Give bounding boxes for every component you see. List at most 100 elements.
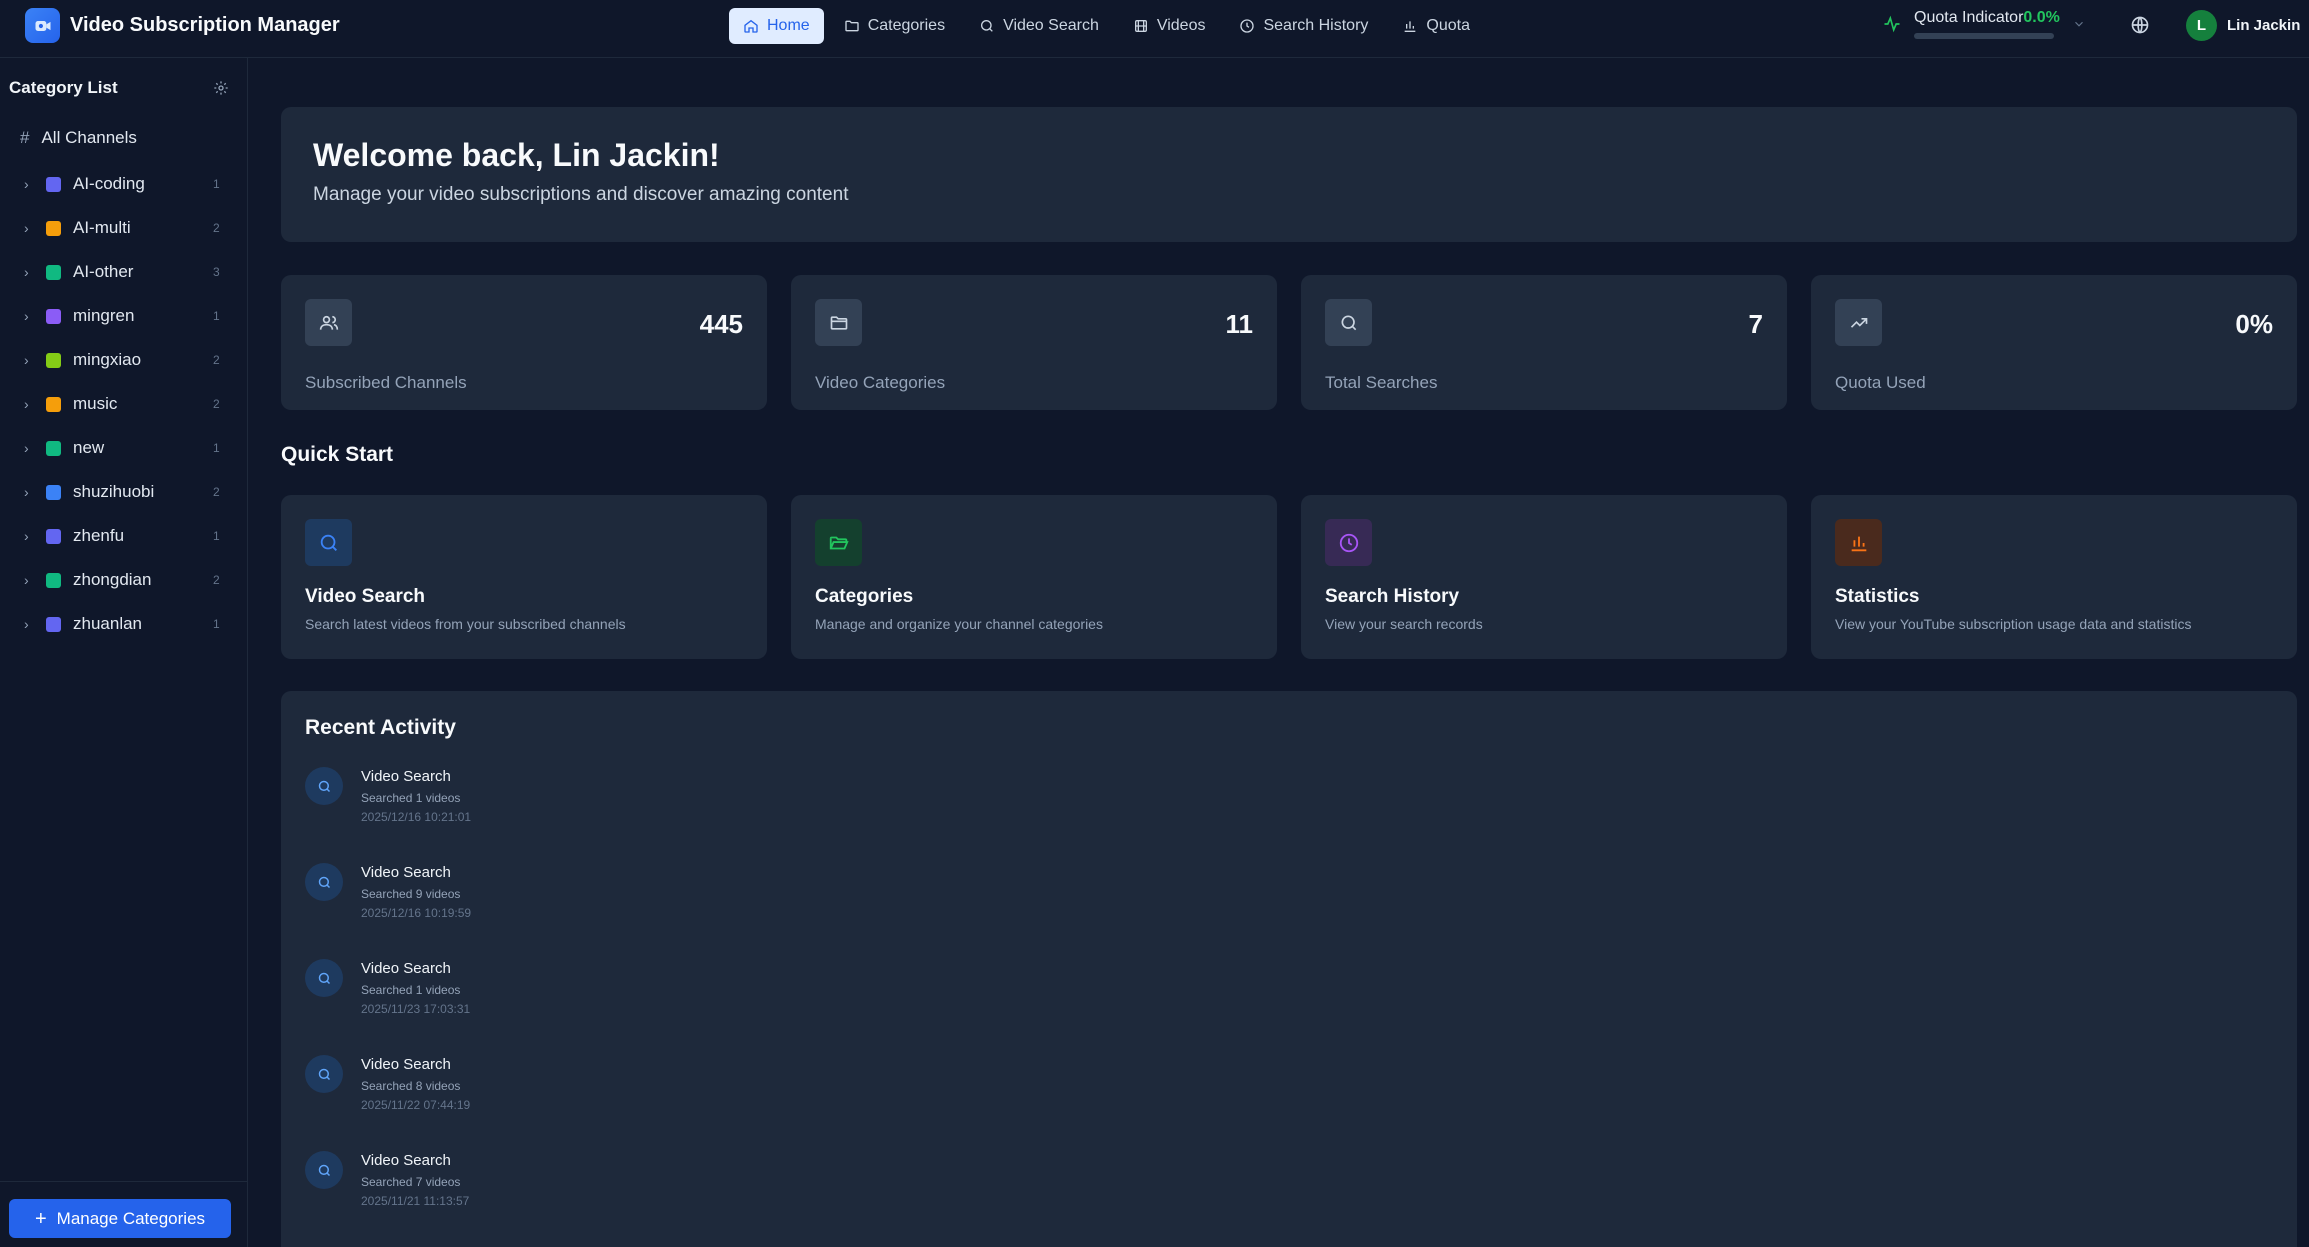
activity-title: Video Search: [361, 864, 451, 881]
sidebar-item-zhenfu[interactable]: › zhenfu 1: [0, 514, 248, 558]
category-count: 2: [213, 397, 220, 411]
quota-label: Quota Indicator: [1914, 9, 2024, 26]
main-nav: Home Categories Video Search Videos Sear…: [729, 8, 1484, 44]
language-globe-icon[interactable]: [2130, 15, 2150, 35]
chevron-right-icon[interactable]: ›: [24, 440, 34, 456]
chevron-right-icon[interactable]: ›: [24, 616, 34, 632]
chevron-right-icon[interactable]: ›: [24, 572, 34, 588]
sidebar-item-label: AI-coding: [73, 174, 145, 193]
quick-start-categories[interactable]: Categories Manage and organize your chan…: [791, 495, 1277, 659]
stat-value: 445: [699, 309, 743, 339]
nav-videos-label: Videos: [1156, 17, 1206, 34]
film-icon: [1133, 18, 1149, 34]
sidebar-item-new[interactable]: › new 1: [0, 426, 248, 470]
search-icon: [305, 1151, 343, 1189]
user-name: Lin Jackin: [2227, 17, 2301, 34]
chevron-right-icon[interactable]: ›: [24, 396, 34, 412]
stat-value: 0%: [2235, 309, 2273, 339]
category-count: 1: [213, 177, 220, 191]
sidebar-item-label: mingren: [73, 306, 135, 325]
chevron-right-icon[interactable]: ›: [24, 484, 34, 500]
category-count: 1: [213, 441, 220, 455]
nav-search-history[interactable]: Search History: [1225, 8, 1382, 44]
quick-start-desc: Search latest videos from your subscribe…: [305, 616, 626, 632]
brand[interactable]: Video Subscription Manager: [25, 8, 340, 43]
quick-start-title: Quick Start: [281, 443, 394, 466]
sidebar-item-ai-other[interactable]: › AI-other 3: [0, 250, 248, 294]
sidebar-item-ai-coding[interactable]: › AI-coding 1: [0, 162, 248, 206]
quick-start-desc: Manage and organize your channel categor…: [815, 616, 1103, 632]
stat-card-total-searches: 7 Total Searches: [1301, 275, 1787, 410]
gear-icon[interactable]: [213, 80, 229, 96]
sidebar-item-shuzihuobi[interactable]: › shuzihuobi 2: [0, 470, 248, 514]
list-item: Video Search Searched 1 videos 2025/12/16 …: [305, 767, 905, 863]
chevron-right-icon[interactable]: ›: [24, 528, 34, 544]
sidebar-item-label: zhongdian: [73, 570, 152, 589]
category-color-swatch: [46, 528, 61, 544]
bar-chart-icon: [1402, 18, 1418, 34]
manage-categories-button[interactable]: + Manage Categories: [9, 1199, 231, 1238]
users-icon: [305, 299, 352, 346]
quota-indicator-label: Quota Indicator0.0%: [1914, 9, 2060, 27]
category-color-swatch: [46, 440, 61, 456]
top-header: Video Subscription Manager Home Categori…: [0, 0, 2309, 58]
nav-categories[interactable]: Categories: [830, 8, 959, 44]
sidebar-item-label: All Channels: [41, 128, 137, 147]
search-icon: [1325, 299, 1372, 346]
category-count: 3: [213, 265, 220, 279]
sidebar: Category List # All Channels › AI-coding 1…: [0, 58, 248, 1247]
quota-indicator[interactable]: Quota Indicator0.0%: [1882, 9, 2086, 39]
stat-label: Quota Used: [1835, 373, 1926, 392]
home-icon: [743, 18, 759, 34]
sidebar-item-all-channels[interactable]: # All Channels: [20, 128, 137, 148]
quick-start-title: Search History: [1325, 586, 1460, 607]
welcome-card: Welcome back, Lin Jackin! Manage your vi…: [281, 107, 2297, 242]
category-count: 1: [213, 617, 220, 631]
nav-quota-label: Quota: [1426, 17, 1470, 34]
stat-card-quota-used: 0% Quota Used: [1811, 275, 2297, 410]
folder-open-icon: [815, 519, 862, 566]
user-menu[interactable]: L Lin Jackin: [2186, 10, 2300, 41]
bar-chart-icon: [1835, 519, 1882, 566]
chevron-right-icon[interactable]: ›: [24, 308, 34, 324]
stat-value: 11: [1225, 309, 1254, 339]
category-count: 1: [213, 529, 220, 543]
sidebar-item-ai-multi[interactable]: › AI-multi 2: [0, 206, 248, 250]
quick-start-search-history[interactable]: Search History View your search records: [1301, 495, 1787, 659]
sidebar-title: Category List: [9, 78, 118, 97]
nav-video-search[interactable]: Video Search: [965, 8, 1113, 44]
sidebar-item-label: mingxiao: [73, 350, 142, 369]
chevron-right-icon[interactable]: ›: [24, 352, 34, 368]
activity-desc: Searched 8 videos: [361, 1079, 461, 1093]
quick-start-video-search[interactable]: Video Search Search latest videos from y…: [281, 495, 767, 659]
sidebar-item-mingxiao[interactable]: › mingxiao 2: [0, 338, 248, 382]
category-count: 2: [213, 353, 220, 367]
chevron-right-icon[interactable]: ›: [24, 220, 34, 236]
activity-time: 2025/11/21 11:13:57: [361, 1194, 470, 1208]
category-color-swatch: [46, 396, 61, 412]
quick-start-statistics[interactable]: Statistics View your YouTube subscriptio…: [1811, 495, 2297, 659]
quick-start-title: Video Search: [305, 586, 426, 607]
nav-quota[interactable]: Quota: [1388, 8, 1484, 44]
category-color-swatch: [46, 308, 61, 324]
nav-home[interactable]: Home: [729, 8, 824, 44]
sidebar-footer: + Manage Categories: [0, 1181, 248, 1247]
search-icon: [305, 959, 343, 997]
sidebar-item-zhuanlan[interactable]: › zhuanlan 1: [0, 602, 248, 646]
folder-icon: [815, 299, 862, 346]
sidebar-item-mingren[interactable]: › mingren 1: [0, 294, 248, 338]
sidebar-item-music[interactable]: › music 2: [0, 382, 248, 426]
avatar: L: [2186, 10, 2217, 41]
chevron-right-icon[interactable]: ›: [24, 176, 34, 192]
activity-desc: Searched 9 videos: [361, 887, 461, 901]
hash-icon: #: [20, 128, 30, 147]
stat-card-video-categories: 11 Video Categories: [791, 275, 1277, 410]
nav-videos[interactable]: Videos: [1119, 8, 1220, 44]
category-color-swatch: [46, 616, 61, 632]
category-count: 2: [213, 573, 220, 587]
sidebar-item-label: zhuanlan: [73, 614, 143, 633]
chevron-right-icon[interactable]: ›: [24, 264, 34, 280]
activity-time: 2025/11/22 07:44:19: [361, 1098, 471, 1112]
sidebar-item-zhongdian[interactable]: › zhongdian 2: [0, 558, 248, 602]
activity-desc: Searched 1 videos: [361, 791, 461, 805]
